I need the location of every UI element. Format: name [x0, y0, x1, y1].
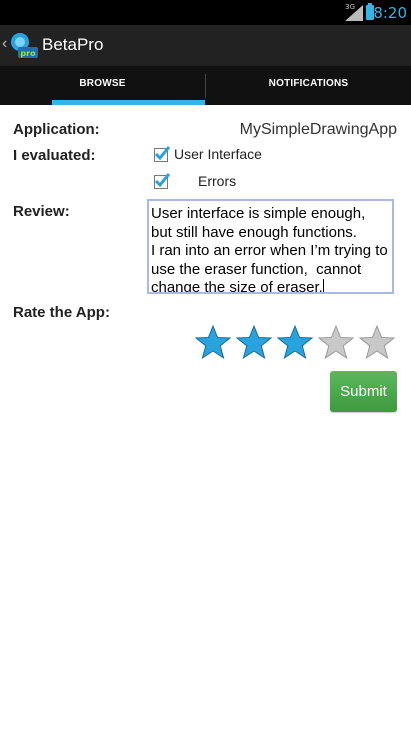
star-filled-icon[interactable]	[236, 325, 272, 361]
back-chevron-icon[interactable]: ‹	[2, 35, 7, 53]
review-textarea[interactable]: User interface is simple enough, but sti…	[147, 199, 394, 294]
application-value: MySimpleDrawingApp	[239, 121, 397, 138]
text-cursor	[322, 279, 324, 292]
star-empty-icon[interactable]	[359, 325, 395, 361]
selected-tab-indicator	[52, 100, 205, 105]
signal-icon	[345, 5, 363, 21]
application-label: Application:	[13, 121, 100, 138]
tab-notifications[interactable]: NOTIFICATIONS	[206, 66, 411, 105]
action-bar: ‹ pro BetaPro	[0, 25, 411, 66]
status-bar: 3G 8:20	[0, 0, 411, 25]
review-text: User interface is simple enough, but sti…	[151, 205, 388, 294]
tab-bar: BROWSE NOTIFICATIONS	[0, 66, 411, 105]
evaluated-label: I evaluated:	[13, 147, 96, 164]
review-label: Review:	[13, 203, 70, 220]
star-empty-icon[interactable]	[318, 325, 354, 361]
checkbox-box[interactable]	[154, 146, 170, 162]
checkbox-label: Errors	[198, 173, 237, 189]
app-logo-icon[interactable]: pro	[10, 32, 38, 60]
submit-button[interactable]: Submit	[330, 371, 397, 412]
checkbox-label: User Interface	[174, 146, 262, 162]
star-filled-icon[interactable]	[195, 325, 231, 361]
star-filled-icon[interactable]	[277, 325, 313, 361]
checkmark-icon	[154, 173, 170, 188]
app-title: BetaPro	[42, 35, 104, 54]
checkmark-icon	[154, 146, 170, 161]
rate-label: Rate the App:	[13, 304, 110, 321]
checkbox-box[interactable]	[154, 173, 170, 189]
status-time: 8:20	[373, 4, 407, 22]
logo-text: pro	[20, 49, 36, 58]
